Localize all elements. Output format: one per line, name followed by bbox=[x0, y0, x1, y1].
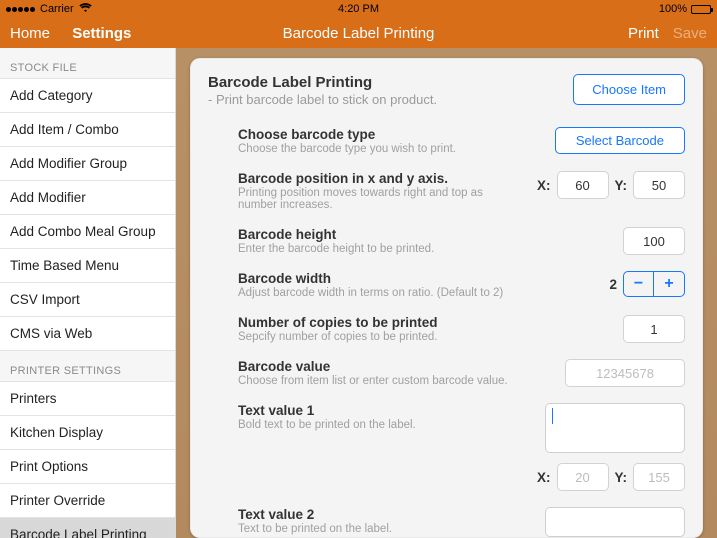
sidebar-header-stock: STOCK FILE bbox=[0, 48, 175, 78]
barcode-height-input[interactable] bbox=[623, 227, 685, 255]
nav-home[interactable]: Home bbox=[10, 25, 50, 42]
sidebar-item-time-based-menu[interactable]: Time Based Menu bbox=[0, 249, 175, 283]
sidebar-item-add-combo-meal-group[interactable]: Add Combo Meal Group bbox=[0, 215, 175, 249]
card-subtitle: - Print barcode label to stick on produc… bbox=[208, 92, 437, 107]
choose-item-button[interactable]: Choose Item bbox=[573, 74, 685, 105]
barcode-value-label: Barcode value bbox=[238, 359, 545, 374]
text2-input[interactable] bbox=[545, 507, 685, 537]
status-time: 4:20 PM bbox=[338, 3, 379, 15]
barcode-value-hint: Choose from item list or enter custom ba… bbox=[238, 375, 545, 387]
sidebar-item-printer-override[interactable]: Printer Override bbox=[0, 484, 175, 518]
sidebar-item-kitchen-display[interactable]: Kitchen Display bbox=[0, 416, 175, 450]
barcode-x-input[interactable] bbox=[557, 171, 609, 199]
barcode-pos-label: Barcode position in x and y axis. bbox=[238, 171, 517, 186]
sidebar-item-barcode-label-printing[interactable]: Barcode Label Printing bbox=[0, 518, 175, 538]
text1-y-input[interactable] bbox=[633, 463, 685, 491]
wifi-icon bbox=[79, 2, 92, 16]
sidebar-item-add-modifier[interactable]: Add Modifier bbox=[0, 181, 175, 215]
battery-icon bbox=[691, 5, 711, 14]
sidebar-item-add-item-combo[interactable]: Add Item / Combo bbox=[0, 113, 175, 147]
x-label: X: bbox=[537, 178, 551, 193]
text1-label: Text value 1 bbox=[238, 403, 525, 418]
sidebar[interactable]: STOCK FILE Add Category Add Item / Combo… bbox=[0, 48, 176, 538]
stepper-plus[interactable]: + bbox=[654, 272, 684, 296]
battery-pct: 100% bbox=[659, 3, 687, 15]
copies-hint: Sepcify number of copies to be printed. bbox=[238, 331, 603, 343]
barcode-type-label: Choose barcode type bbox=[238, 127, 535, 142]
text1-input[interactable] bbox=[545, 403, 685, 453]
barcode-type-hint: Choose the barcode type you wish to prin… bbox=[238, 143, 535, 155]
nav-print-button[interactable]: Print bbox=[628, 25, 659, 42]
sidebar-item-printers[interactable]: Printers bbox=[0, 381, 175, 416]
barcode-width-label: Barcode width bbox=[238, 271, 589, 286]
nav-save-button: Save bbox=[673, 25, 707, 42]
signal-icon bbox=[6, 7, 35, 12]
text1-y-label: Y: bbox=[615, 470, 628, 485]
barcode-width-stepper[interactable]: − + bbox=[623, 271, 685, 297]
text1-hint: Bold text to be printed on the label. bbox=[238, 419, 525, 431]
sidebar-item-cms-via-web[interactable]: CMS via Web bbox=[0, 317, 175, 351]
nav-settings[interactable]: Settings bbox=[72, 25, 131, 42]
settings-card: Barcode Label Printing - Print barcode l… bbox=[190, 58, 703, 538]
stepper-minus[interactable]: − bbox=[624, 272, 654, 296]
carrier-label: Carrier bbox=[40, 3, 74, 15]
status-bar: Carrier 4:20 PM 100% bbox=[0, 0, 717, 18]
barcode-height-hint: Enter the barcode height to be printed. bbox=[238, 243, 603, 255]
barcode-pos-hint: Printing position moves towards right an… bbox=[238, 187, 517, 211]
text1-x-input[interactable] bbox=[557, 463, 609, 491]
sidebar-header-printer: PRINTER SETTINGS bbox=[0, 351, 175, 381]
y-label: Y: bbox=[615, 178, 628, 193]
nav-bar: Home Settings Barcode Label Printing Pri… bbox=[0, 18, 717, 48]
sidebar-item-add-category[interactable]: Add Category bbox=[0, 78, 175, 113]
text2-label: Text value 2 bbox=[238, 507, 525, 522]
sidebar-item-csv-import[interactable]: CSV Import bbox=[0, 283, 175, 317]
barcode-value-input[interactable] bbox=[565, 359, 685, 387]
barcode-height-label: Barcode height bbox=[238, 227, 603, 242]
barcode-y-input[interactable] bbox=[633, 171, 685, 199]
nav-title: Barcode Label Printing bbox=[283, 25, 435, 42]
barcode-width-hint: Adjust barcode width in terms on ratio. … bbox=[238, 287, 589, 299]
select-barcode-button[interactable]: Select Barcode bbox=[555, 127, 685, 154]
card-title: Barcode Label Printing bbox=[208, 74, 437, 91]
barcode-width-value: 2 bbox=[609, 277, 617, 292]
text2-hint: Text to be printed on the label. bbox=[238, 523, 525, 535]
copies-input[interactable] bbox=[623, 315, 685, 343]
copies-label: Number of copies to be printed bbox=[238, 315, 603, 330]
sidebar-item-print-options[interactable]: Print Options bbox=[0, 450, 175, 484]
text1-x-label: X: bbox=[537, 470, 551, 485]
sidebar-item-add-modifier-group[interactable]: Add Modifier Group bbox=[0, 147, 175, 181]
